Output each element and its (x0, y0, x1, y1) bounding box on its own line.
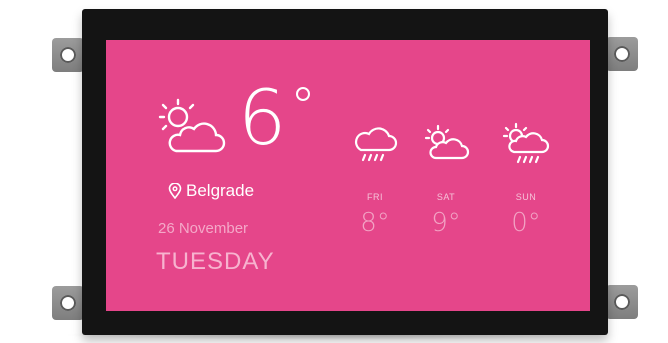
current-weekday: TUESDAY (156, 248, 275, 275)
mounting-tab-bottom-left (52, 286, 84, 320)
degree-symbol-icon (296, 87, 310, 101)
forecast-day-label: SUN (515, 192, 537, 202)
partly-cloudy-icon (158, 98, 226, 153)
forecast-temperature: 9° (431, 208, 461, 238)
mounting-hole (614, 294, 630, 310)
forecast-day-fri: FRI 8° (345, 122, 405, 238)
forecast-temperature: 8° (360, 208, 390, 238)
weather-screen: 6 Belgrade 26 November TUESDAY FRI 8° SA… (106, 40, 590, 311)
mounting-hole (614, 46, 630, 62)
mounting-hole (60, 295, 76, 311)
forecast-day-sun: SUN 0° (496, 122, 556, 238)
current-temperature: 6 (238, 73, 287, 162)
forecast-day-label: SAT (436, 192, 456, 202)
location-pin-icon (168, 183, 182, 199)
forecast-temperature: 0° (511, 208, 541, 238)
mounting-hole (60, 47, 76, 63)
mounting-tab-top-left (52, 38, 84, 72)
mounting-tab-bottom-right (606, 285, 638, 319)
forecast-day-label: FRI (367, 192, 383, 202)
location-row: Belgrade (168, 181, 254, 201)
sun-rain-cloud-icon (502, 122, 550, 164)
rain-cloud-icon (354, 127, 398, 162)
mounting-tab-top-right (606, 37, 638, 71)
current-date: 26 November (158, 220, 249, 237)
city-name: Belgrade (186, 181, 255, 200)
forecast-day-sat: SAT 9° (416, 122, 476, 238)
partly-cloudy-icon (424, 124, 470, 160)
